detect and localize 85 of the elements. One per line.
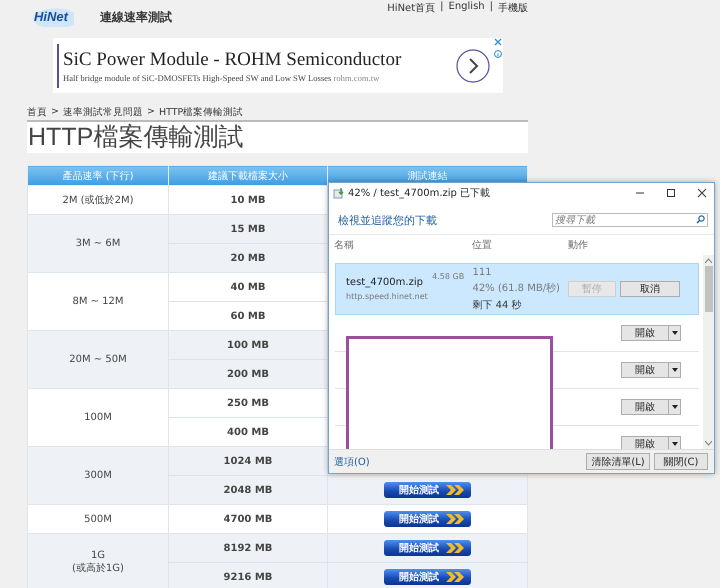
dropdown-button[interactable] — [669, 436, 681, 449]
table-cell: 500M — [28, 504, 168, 534]
time-remaining: 剩下 44 秒 — [472, 298, 523, 312]
caret-icon — [672, 331, 678, 335]
breadcrumb-separator: > — [146, 106, 155, 118]
header-link[interactable]: HiNet首頁 — [387, 1, 436, 15]
close-icon[interactable] — [696, 187, 708, 199]
table-cell: 8192 MB — [168, 534, 328, 562]
column-header: 產品速率 (下行) — [28, 166, 168, 186]
chevrons-icon — [445, 571, 465, 583]
start-test-button[interactable]: 開始測試 — [384, 482, 471, 498]
open-button[interactable]: 開啟 — [621, 436, 669, 449]
file-size: 4.58 GB — [431, 272, 466, 281]
table-cell: 1G (或高於1G) — [28, 534, 168, 588]
start-test-button[interactable]: 開始測試 — [384, 569, 471, 585]
table-cell: 8M ~ 12M — [28, 272, 168, 330]
dialog-heading: 檢視並追蹤您的下載 — [338, 212, 438, 228]
open-button[interactable]: 開啟 — [621, 399, 669, 415]
clear-list-button[interactable]: 清除清單(L) — [586, 453, 650, 470]
table-cell: 100M — [28, 388, 168, 446]
chevrons-icon — [445, 484, 465, 496]
table-cell: 15 MB — [168, 214, 328, 244]
dropdown-button[interactable] — [669, 399, 681, 415]
start-test-button[interactable]: 開始測試 — [384, 511, 471, 527]
maximize-icon[interactable] — [665, 187, 677, 199]
table-cell: 20 MB — [168, 244, 328, 272]
caret-icon — [672, 405, 678, 409]
file-name: test_4700m.zip — [346, 277, 424, 288]
scroll-up-icon[interactable] — [705, 258, 712, 263]
table-cell: 200 MB — [168, 360, 328, 388]
header-link[interactable]: English — [448, 1, 485, 15]
dropdown-button[interactable] — [669, 362, 681, 378]
breadcrumb-separator: > — [51, 106, 59, 118]
table-cell: 3M ~ 6M — [28, 214, 168, 272]
start-test-button[interactable]: 開始測試 — [384, 540, 471, 556]
table-cell: 10 MB — [168, 186, 328, 214]
scroll-down-icon[interactable] — [705, 441, 712, 446]
info-icon[interactable] — [494, 50, 502, 58]
location: 111 — [472, 266, 493, 278]
window-title: 42% / test_4700m.zip 已下載 — [348, 186, 492, 200]
column-header: 位置 — [472, 238, 493, 252]
source-url: http.speed.hinet.net — [346, 292, 428, 301]
breadcrumb-link[interactable]: 速率測試常見問題 — [62, 106, 143, 118]
table-cell: 4700 MB — [168, 504, 328, 534]
table-cell: 9216 MB — [168, 562, 328, 588]
column-header: 建議下載檔案大小 — [168, 166, 328, 186]
open-button[interactable]: 開啟 — [621, 362, 669, 378]
table-cell: 250 MB — [168, 388, 328, 418]
table-cell: 40 MB — [168, 272, 328, 302]
table-cell: 400 MB — [168, 418, 328, 446]
scroll-thumb[interactable] — [704, 266, 712, 312]
breadcrumb-link[interactable]: 首頁 — [27, 106, 47, 118]
options-link[interactable]: 選項(O) — [334, 454, 582, 468]
header-link[interactable]: 手機版 — [498, 1, 528, 15]
caret-icon — [672, 368, 678, 372]
progress-text: 42% (61.8 MB/秒) — [472, 282, 561, 294]
cancel-button[interactable]: 取消 — [620, 281, 680, 297]
table-cell: 2M (或低於2M) — [28, 186, 168, 214]
arrow-button-icon[interactable] — [456, 48, 490, 82]
breadcrumb-link[interactable]: HTTP檔案傳輸測試 — [158, 106, 244, 118]
chevrons-icon — [445, 542, 465, 554]
title-bar: HTTP檔案傳輸測試 — [27, 120, 528, 153]
chevrons-icon — [445, 513, 465, 525]
scrollbar[interactable] — [703, 255, 714, 449]
table-cell: 1024 MB — [168, 446, 328, 476]
site-title: 連線速率測試 — [100, 9, 172, 26]
search-field[interactable]: 搜尋下載 — [552, 213, 708, 227]
open-button[interactable]: 開啟 — [621, 325, 669, 341]
caret-icon — [672, 442, 678, 446]
ad-description: Half bridge module of SiC-DMOSFETs High-Speed SW and Low SW Losses rohm.com.tw — [63, 72, 380, 82]
close-button[interactable]: 關閉(C) — [654, 453, 708, 470]
table-cell: 100 MB — [168, 330, 328, 360]
ad-title: SiC Power Module - ROHM Semiconductor — [63, 48, 402, 70]
download-icon — [333, 187, 345, 199]
table-cell: 60 MB — [168, 302, 328, 330]
table-cell: 300M — [28, 446, 168, 504]
table-cell: 20M ~ 50M — [28, 330, 168, 388]
table-cell: 2048 MB — [168, 476, 328, 504]
separator: | — [490, 1, 493, 14]
column-header: 動作 — [568, 239, 589, 252]
ad-banner[interactable]: SiC Power Module - ROHM Semiconductor Half bridge module of SiC-DMOSFETs High-Speed SW and Low SW Losses rohm.com.tw — [53, 38, 503, 93]
dropdown-button[interactable] — [669, 325, 681, 341]
separator: | — [440, 1, 444, 14]
search-icon[interactable] — [696, 215, 705, 224]
column-header: 名稱 — [334, 239, 355, 252]
